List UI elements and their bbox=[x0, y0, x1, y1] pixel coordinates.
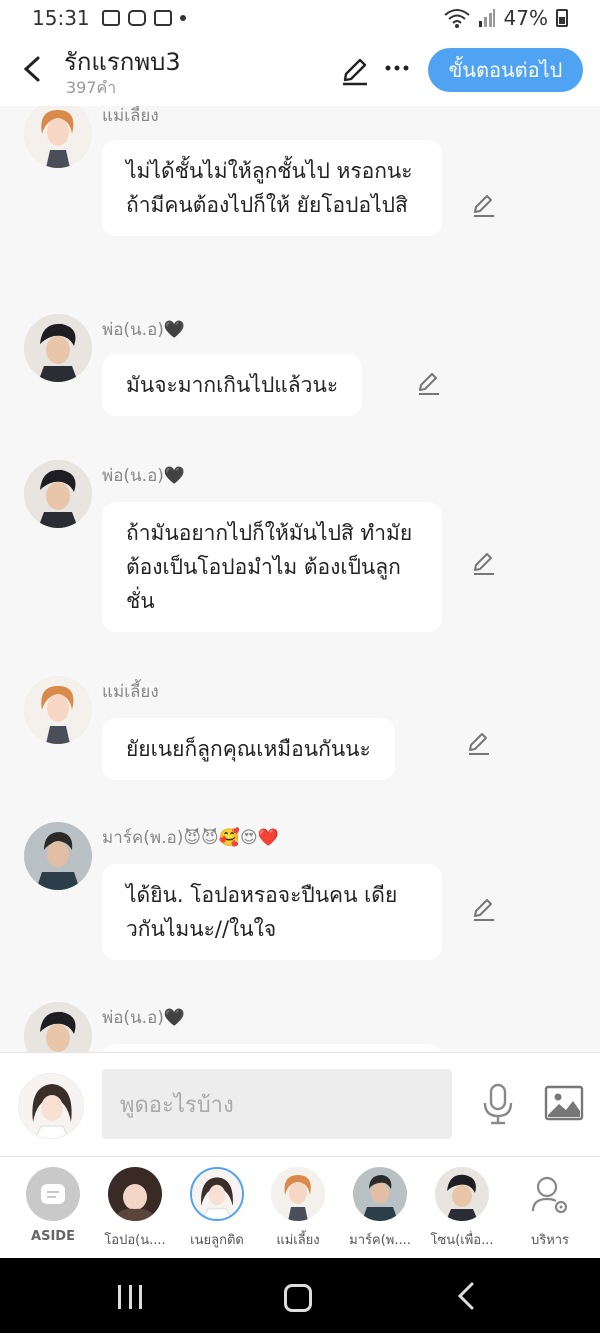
message-input[interactable]: พูดอะไรบ้าง bbox=[102, 1069, 452, 1139]
battery-percent: 47% bbox=[503, 6, 548, 30]
character-label: มาร์ค(พ.... bbox=[349, 1233, 411, 1248]
chat-header: รักแรกพบ3 397คำ ขั้นตอนต่อไป bbox=[0, 36, 600, 106]
manage-icon-wrap bbox=[523, 1167, 577, 1221]
chevron-left-icon bbox=[23, 56, 40, 82]
avatar[interactable] bbox=[24, 1002, 92, 1052]
pencil-icon bbox=[474, 899, 494, 921]
edit-message-button[interactable] bbox=[466, 730, 492, 756]
home-button[interactable] bbox=[284, 1284, 312, 1312]
character-label: โอปอ(น.... bbox=[104, 1233, 166, 1248]
message-bubble[interactable] bbox=[102, 1044, 442, 1052]
image-icon bbox=[544, 1085, 584, 1121]
man-suit-avatar bbox=[24, 822, 92, 890]
message-bubble[interactable]: ถ้ามันอยากไปก็ให้มันไปสิ ทำมัยต้องเป็นโอ… bbox=[102, 502, 442, 632]
character-label: บริหาร bbox=[530, 1233, 570, 1248]
message-bubble[interactable]: ไม่ได้ชั้นไม่ให้ลูกชั้นไป หรอกนะถ้ามีคนต… bbox=[102, 140, 442, 236]
notification-icons bbox=[101, 10, 186, 26]
edit-message-button[interactable] bbox=[471, 192, 497, 218]
avatar bbox=[190, 1167, 244, 1221]
character-label: ASIDE bbox=[31, 1229, 75, 1244]
current-character-avatar[interactable] bbox=[18, 1073, 84, 1139]
composer: พูดอะไรบ้าง bbox=[0, 1052, 600, 1156]
pencil-icon bbox=[469, 733, 489, 755]
chat-bubble-icon bbox=[41, 1184, 65, 1204]
sender-name: มาร์ค(พ.อ)😈😈🥰😍❤️ bbox=[102, 828, 279, 848]
back-arrow-icon bbox=[457, 1282, 474, 1310]
woman-orange-hair-avatar bbox=[271, 1167, 325, 1221]
man-dark-hair-avatar bbox=[24, 460, 92, 528]
man-dark-hair-avatar bbox=[24, 314, 92, 382]
woman-orange-hair-avatar bbox=[24, 106, 92, 168]
character-label: เนยลูกติด bbox=[190, 1233, 244, 1248]
pencil-icon bbox=[474, 195, 494, 217]
character-opor[interactable]: โอปอ(น.... bbox=[100, 1167, 170, 1250]
message-bubble[interactable]: มันจะมากเกินไปแล้วนะ bbox=[102, 354, 363, 416]
wifi-icon bbox=[443, 9, 470, 28]
status-time: 15:31 bbox=[32, 6, 90, 30]
chat-area[interactable]: แม่เลี้ยง ไม่ได้ชั้นไม่ให้ลูกชั้นไป หรอก… bbox=[0, 106, 600, 1052]
edit-title-button[interactable] bbox=[340, 56, 370, 86]
man-dark-hair-avatar bbox=[435, 1167, 489, 1221]
edit-message-button[interactable] bbox=[416, 370, 442, 396]
status-bar: 15:31 47% bbox=[0, 0, 600, 36]
aside-icon bbox=[26, 1167, 80, 1221]
character-label: โซน(เพื่อ... bbox=[430, 1233, 494, 1248]
user-settings-icon bbox=[531, 1176, 568, 1214]
edit-message-button[interactable] bbox=[471, 550, 497, 576]
camera-notification-icon bbox=[153, 10, 172, 26]
status-right: 47% bbox=[443, 6, 568, 30]
woman-orange-hair-avatar bbox=[24, 676, 92, 744]
pencil-icon bbox=[419, 373, 439, 395]
avatar bbox=[271, 1167, 325, 1221]
character-aside[interactable]: ASIDE bbox=[18, 1167, 88, 1244]
sender-name: แม่เลี้ยง bbox=[102, 682, 159, 702]
avatar bbox=[435, 1167, 489, 1221]
character-label: แม่เลี้ยง bbox=[276, 1233, 320, 1248]
play-notification-icon bbox=[127, 10, 146, 26]
pencil-icon bbox=[343, 58, 367, 86]
system-nav-bar bbox=[0, 1258, 600, 1333]
avatar[interactable] bbox=[24, 676, 92, 744]
signal-icon bbox=[478, 9, 495, 27]
screen: 15:31 47% รักแรกพบ3 397คำ ขั้นตอนต่อไป แ… bbox=[0, 0, 600, 1333]
next-step-button[interactable]: ขั้นตอนต่อไป bbox=[428, 48, 583, 92]
word-count: 397คำ bbox=[66, 78, 117, 97]
character-mark[interactable]: มาร์ค(พ.... bbox=[345, 1167, 415, 1250]
more-dots-icon bbox=[385, 65, 409, 71]
edit-message-button[interactable] bbox=[471, 896, 497, 922]
manage-characters-button[interactable]: บริหาร bbox=[515, 1167, 585, 1250]
recent-apps-button[interactable] bbox=[118, 1285, 142, 1309]
character-stepmother[interactable]: แม่เลี้ยง bbox=[263, 1167, 333, 1250]
more-notifications-icon bbox=[179, 15, 186, 21]
system-back-button[interactable] bbox=[454, 1280, 480, 1312]
girl-avatar bbox=[19, 1074, 83, 1138]
gallery-notification-icon bbox=[101, 10, 120, 26]
man-suit-avatar bbox=[353, 1167, 407, 1221]
avatar[interactable] bbox=[24, 106, 92, 168]
avatar[interactable] bbox=[24, 314, 92, 382]
avatar[interactable] bbox=[24, 460, 92, 528]
avatar bbox=[108, 1167, 162, 1221]
sender-name: พ่อ(น.อ)🖤 bbox=[102, 466, 186, 486]
character-noey[interactable]: เนยลูกติด bbox=[182, 1167, 252, 1250]
more-options-button[interactable] bbox=[384, 50, 410, 87]
man-dark-hair-avatar bbox=[24, 1002, 92, 1052]
sender-name: แม่เลี้ยง bbox=[102, 106, 159, 126]
insert-image-button[interactable] bbox=[544, 1085, 584, 1121]
microphone-icon bbox=[483, 1083, 513, 1125]
pencil-icon bbox=[474, 553, 494, 575]
message-bubble[interactable]: ยัยเนยก็ลูกคุณเหมือนกันนะ bbox=[102, 718, 395, 780]
sender-name: พ่อ(น.อ)🖤 bbox=[102, 320, 186, 340]
voice-input-button[interactable] bbox=[480, 1083, 516, 1125]
sleeping-girl-avatar bbox=[108, 1167, 162, 1221]
sender-name: พ่อ(น.อ)🖤 bbox=[102, 1008, 186, 1028]
back-button[interactable] bbox=[18, 54, 48, 84]
character-zone[interactable]: โซน(เพื่อ... bbox=[427, 1167, 497, 1250]
girl-avatar bbox=[192, 1169, 242, 1219]
message-bubble[interactable]: ได้ยิน. โอปอหรอจะปืนคน เดียวกันไมนะ//ในใ… bbox=[102, 864, 442, 960]
avatar[interactable] bbox=[24, 822, 92, 890]
battery-icon bbox=[556, 9, 568, 27]
avatar bbox=[353, 1167, 407, 1221]
character-bar: ASIDE โอปอ(น.... เนยลูกติด แม่เลี้ยง มาร… bbox=[0, 1156, 600, 1258]
